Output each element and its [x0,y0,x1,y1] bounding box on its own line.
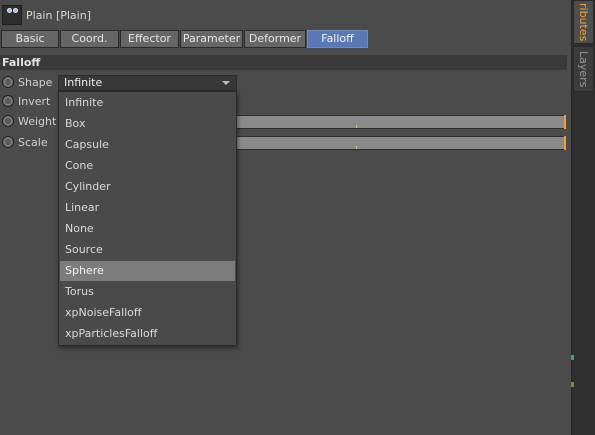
object-header: Plain [Plain] [0,0,571,28]
shape-animate-radio[interactable] [2,76,14,88]
scale-animate-radio[interactable] [2,136,14,148]
tab-deformer[interactable]: Deformer [244,30,306,48]
scale-slider-tick [356,146,357,149]
attribute-manager-panel: Plain [Plain] Basic Coord. Effector Para… [0,0,571,435]
tab-effector[interactable]: Effector [120,30,179,48]
option-box[interactable]: Box [60,114,235,134]
plain-effector-icon [2,5,22,25]
tab-parameter[interactable]: Parameter [180,30,243,48]
section-title-falloff: Falloff [0,55,567,70]
right-sidebar: ributes Layers [571,0,595,435]
tab-layers[interactable]: Layers [573,46,594,92]
option-torus[interactable]: Torus [60,282,235,302]
weight-slider-end [564,115,566,129]
option-cylinder[interactable]: Cylinder [60,177,235,197]
option-capsule[interactable]: Capsule [60,135,235,155]
scale-slider[interactable] [236,136,566,150]
color-mark-olive [571,382,574,387]
option-sphere[interactable]: Sphere [60,261,235,281]
weight-slider-tick [356,125,357,128]
tab-attributes[interactable]: ributes [573,0,594,44]
shape-select[interactable]: Infinite [58,75,237,91]
tab-attributes-label: ributes [577,2,590,42]
shape-label: Shape [18,76,53,89]
option-cone[interactable]: Cone [60,156,235,176]
tab-falloff[interactable]: Falloff [307,30,368,48]
icon-eye-right [13,8,18,13]
object-title: Plain [Plain] [26,9,91,22]
option-infinite[interactable]: Infinite [60,93,235,113]
option-none[interactable]: None [60,219,235,239]
tab-layers-label: Layers [577,50,590,88]
option-source[interactable]: Source [60,240,235,260]
invert-animate-radio[interactable] [2,95,14,107]
weight-animate-radio[interactable] [2,115,14,127]
tab-coord[interactable]: Coord. [60,30,119,48]
icon-eye-left [7,8,12,13]
color-mark-teal [571,355,574,360]
scale-label: Scale [18,136,48,149]
weight-label: Weight [18,115,57,128]
attribute-tabs: Basic Coord. Effector Parameter Deformer… [1,30,369,48]
option-xpnoisefalloff[interactable]: xpNoiseFalloff [60,303,235,323]
shape-select-value: Infinite [64,76,103,89]
option-linear[interactable]: Linear [60,198,235,218]
option-xpparticlesfalloff[interactable]: xpParticlesFalloff [60,324,235,344]
scale-slider-end [564,136,566,150]
tab-basic[interactable]: Basic [1,30,59,48]
shape-dropdown-menu: Infinite Box Capsule Cone Cylinder Linea… [58,91,237,346]
weight-slider[interactable] [236,115,566,129]
chevron-down-icon [222,81,230,85]
invert-label: Invert [18,95,51,108]
shape-row: Shape Infinite [0,74,240,92]
